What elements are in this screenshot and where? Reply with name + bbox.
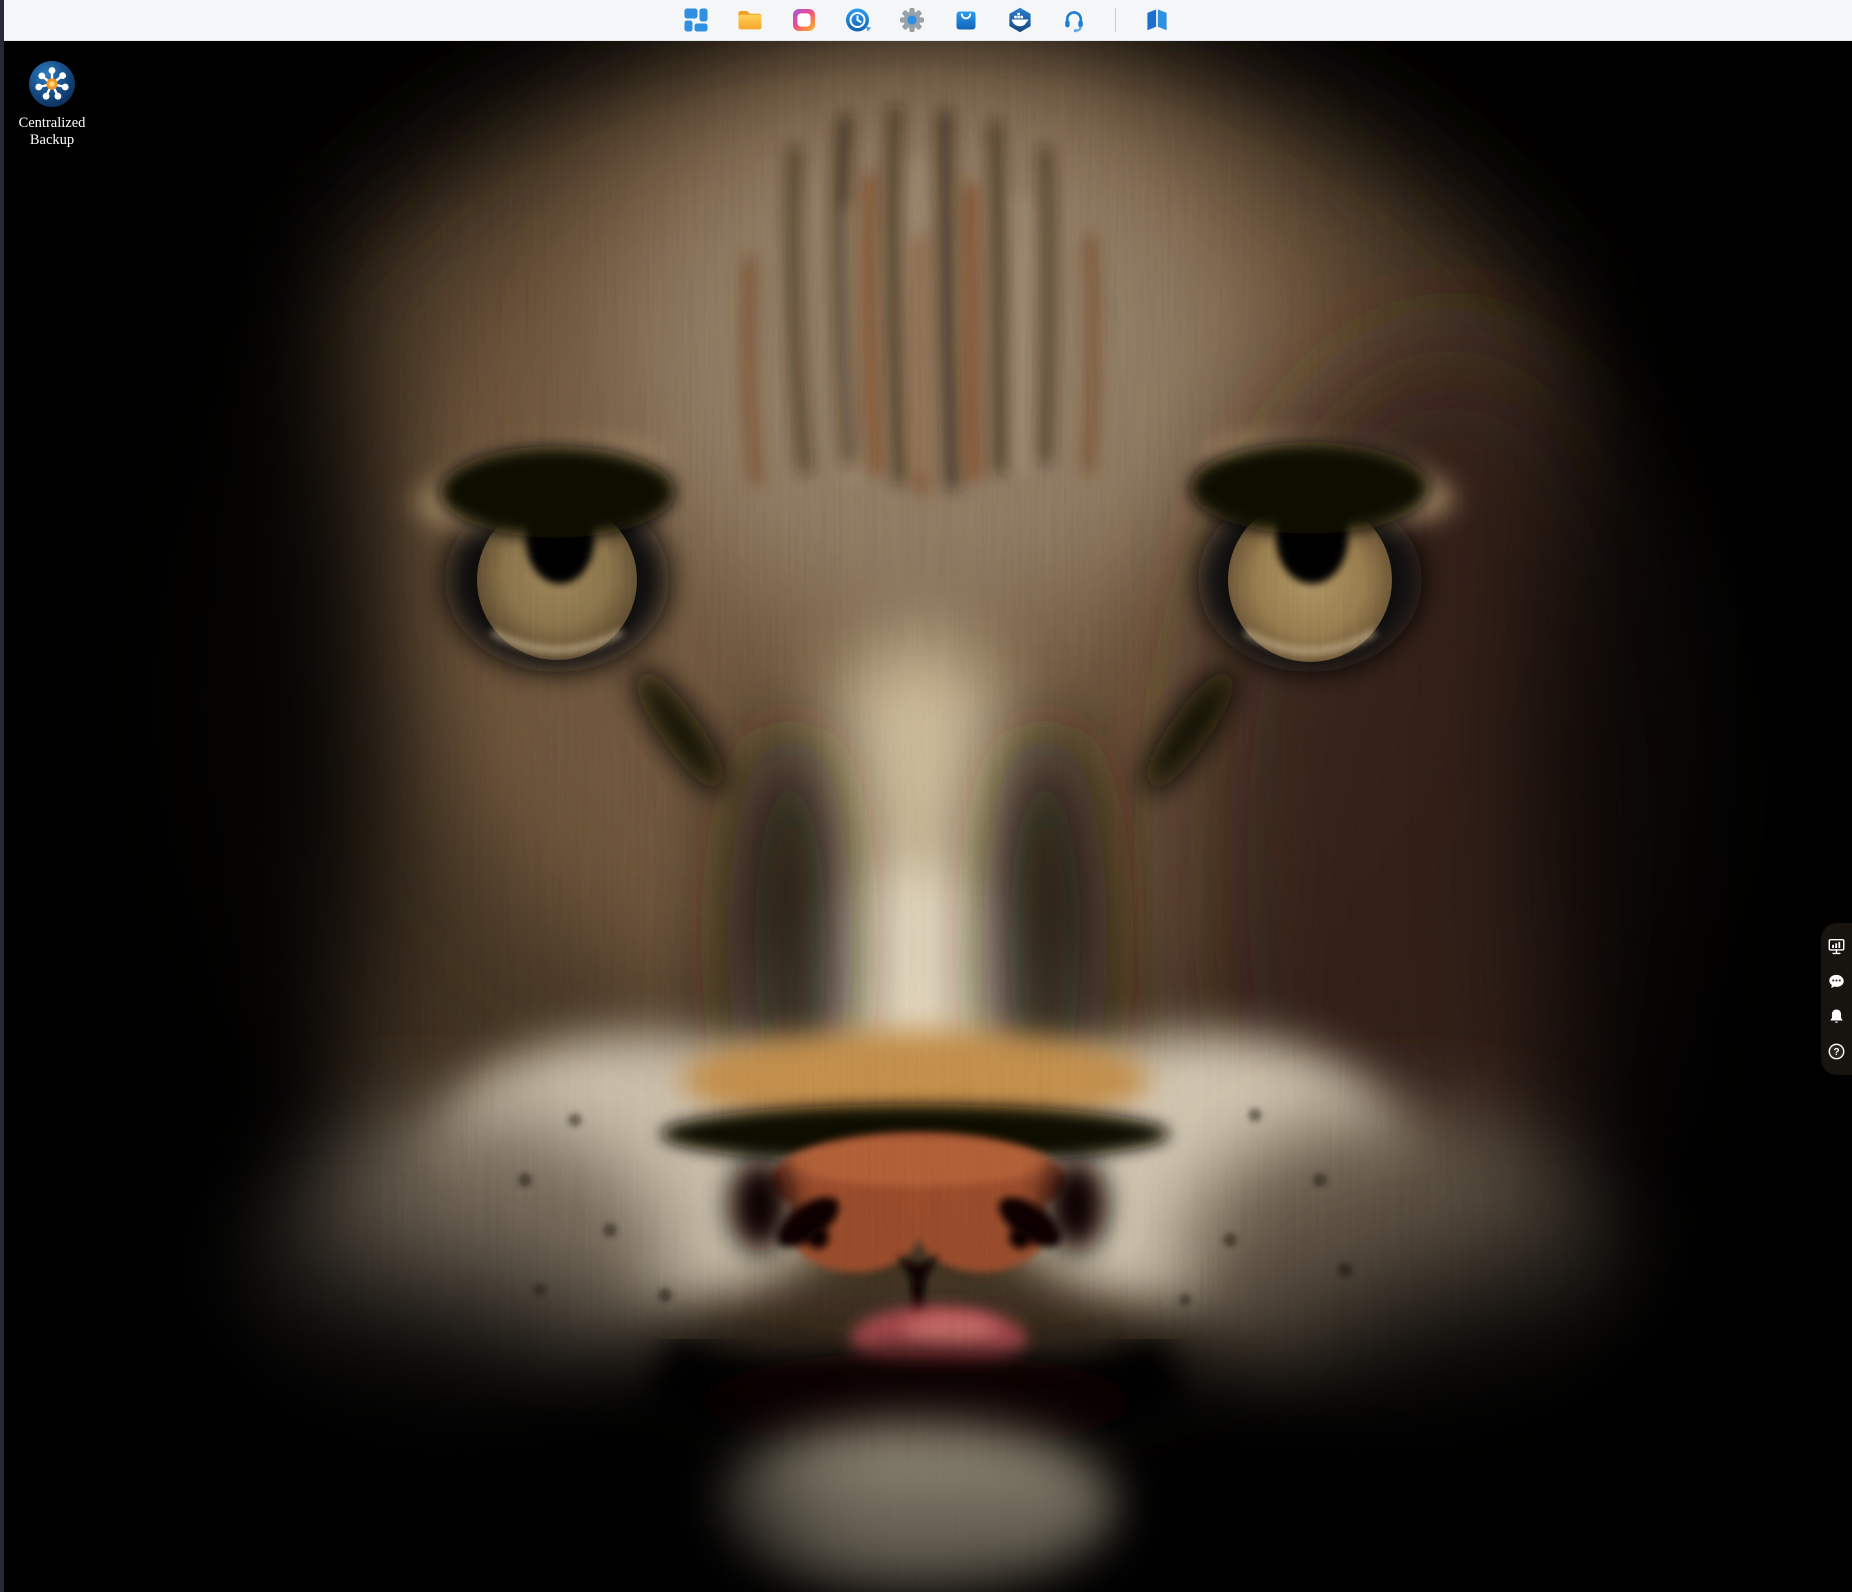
control-panel-button[interactable] xyxy=(897,5,927,35)
svg-text:?: ? xyxy=(1833,1047,1839,1058)
folder-icon xyxy=(736,6,764,34)
open-book-icon xyxy=(1143,6,1171,34)
hub-spoke-icon xyxy=(28,60,76,108)
chat-bubble-icon xyxy=(1827,972,1846,991)
app-grid-icon xyxy=(682,6,710,34)
clock-arrow-icon xyxy=(844,6,872,34)
main-menu-button[interactable] xyxy=(681,5,711,35)
support-button[interactable] xyxy=(1059,5,1089,35)
gear-icon xyxy=(898,6,926,34)
photos-button[interactable] xyxy=(789,5,819,35)
lynx-face-wallpaper xyxy=(0,40,1852,1592)
help-button[interactable]: ? xyxy=(1826,1040,1848,1062)
system-monitor-button[interactable] xyxy=(1826,936,1848,958)
taskbar xyxy=(0,0,1852,41)
file-manager-button[interactable] xyxy=(735,5,765,35)
taskbar-separator xyxy=(1115,8,1116,32)
monitor-chart-icon xyxy=(1827,937,1846,956)
photos-icon xyxy=(790,6,818,34)
notifications-button[interactable] xyxy=(1826,1005,1848,1027)
package-center-button[interactable] xyxy=(951,5,981,35)
utility-panel: ? xyxy=(1821,923,1852,1075)
left-edge-strip xyxy=(0,0,4,1592)
docker-whale-icon xyxy=(1006,6,1034,34)
bell-icon xyxy=(1827,1007,1846,1026)
container-manager-button[interactable] xyxy=(1005,5,1035,35)
shopping-bag-icon xyxy=(952,6,980,34)
headset-icon xyxy=(1060,6,1088,34)
backup-clock-button[interactable] xyxy=(843,5,873,35)
desktop-shortcut-centralized-backup[interactable]: Centralized Backup xyxy=(6,60,98,148)
question-icon: ? xyxy=(1827,1042,1846,1061)
desktop-surface[interactable]: Centralized Backup xyxy=(0,40,1852,1592)
help-book-button[interactable] xyxy=(1142,5,1172,35)
chat-button[interactable] xyxy=(1826,971,1848,993)
shortcut-label: Centralized Backup xyxy=(6,115,98,148)
